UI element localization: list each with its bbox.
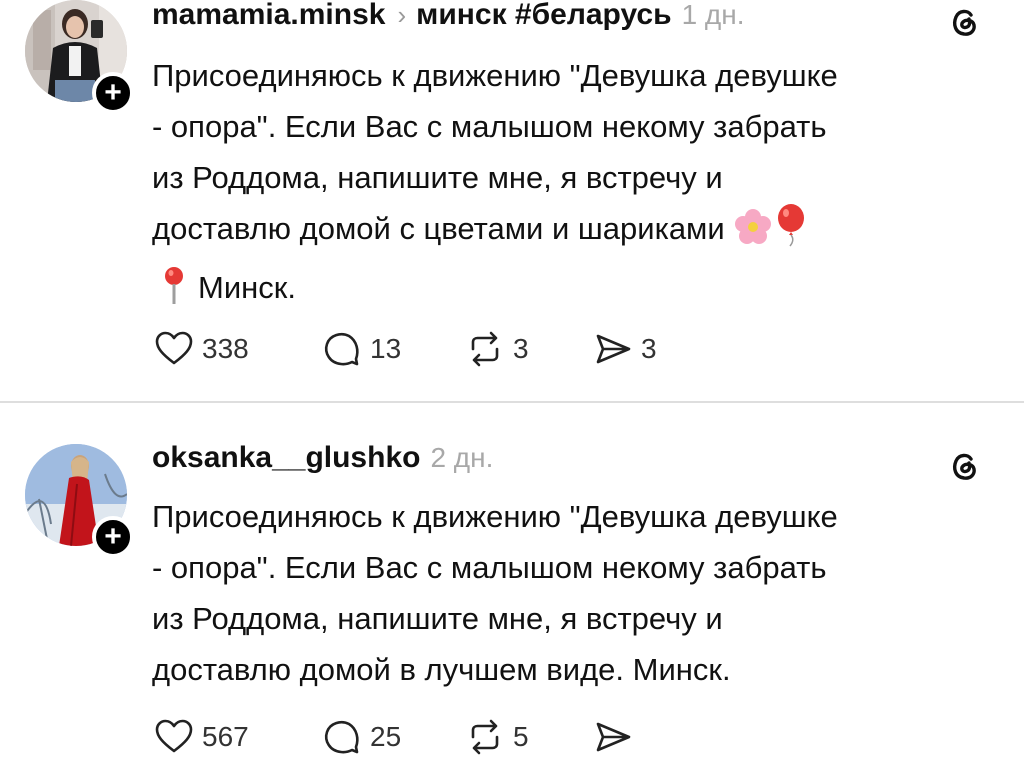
repost-icon [471, 331, 499, 367]
post-text-line: Присоединяюсь к движению "Девушка девушк… [152, 499, 838, 534]
repost-icon [471, 719, 499, 755]
share-button[interactable]: 3 [593, 329, 657, 369]
username[interactable]: mamamia.minsk [152, 0, 385, 32]
post-text-line: из Роддома, напишите мне, я встречу и [152, 601, 723, 636]
like-count: 338 [202, 333, 249, 364]
send-icon [596, 722, 631, 752]
cherry-blossom-icon [733, 207, 773, 262]
post-actions: 338 13 3 3 [154, 327, 657, 371]
post-text-line: доставлю домой с цветами и шариками [152, 211, 725, 246]
post-text-line: - опора". Если Вас с малышом некому забр… [152, 550, 827, 585]
send-icon [596, 334, 631, 364]
post-text-line: доставлю домой в лучшем виде. Минск. [152, 652, 731, 687]
post-text: Присоединяюсь к движению "Девушка девушк… [152, 491, 1002, 695]
post-header: oksanka__glushko 2 дн. [152, 441, 493, 481]
like-button[interactable]: 567 [154, 717, 322, 757]
topic-tag[interactable]: минск #беларусь [416, 0, 671, 32]
repost-count: 5 [513, 721, 529, 752]
post-actions: 567 25 5 [154, 715, 633, 759]
thread-post: + mamamia.minsk › минск #беларусь 1 дн. … [0, 0, 1024, 402]
heart-icon [155, 719, 193, 753]
post-text-line: Минск. [198, 270, 296, 305]
reply-count: 25 [370, 721, 402, 752]
repost-button[interactable]: 5 [465, 717, 593, 757]
repost-button[interactable]: 3 [465, 329, 593, 369]
username[interactable]: oksanka__glushko [152, 441, 420, 475]
post-time: 1 дн. [681, 0, 745, 30]
round-pushpin-icon [162, 266, 186, 321]
post-time: 2 дн. [430, 442, 494, 473]
reply-count: 13 [370, 333, 402, 364]
chevron-right-icon: › [397, 0, 407, 30]
comment-icon [324, 332, 359, 366]
thread-post: + oksanka__glushko 2 дн. Присоединяюсь к… [0, 404, 1024, 765]
follow-button[interactable]: + [92, 72, 134, 114]
threads-logo-icon[interactable] [944, 2, 984, 42]
post-text-line: из Роддома, напишите мне, я встречу и [152, 160, 723, 195]
share-button[interactable] [593, 717, 633, 757]
reply-button[interactable]: 13 [322, 329, 465, 369]
balloon-icon [773, 203, 809, 262]
post-text-line: Присоединяюсь к движению "Девушка девушк… [152, 58, 838, 93]
plus-icon: + [104, 520, 122, 553]
like-button[interactable]: 338 [154, 329, 322, 369]
post-divider [0, 401, 1024, 403]
threads-logo-icon[interactable] [944, 446, 984, 486]
plus-icon: + [104, 76, 122, 109]
follow-button[interactable]: + [92, 516, 134, 558]
post-text-line: - опора". Если Вас с малышом некому забр… [152, 109, 827, 144]
post-text-line-with-emoji: доставлю домой с цветами и шариками [152, 203, 1002, 262]
repost-count: 3 [513, 333, 529, 364]
share-count: 3 [641, 333, 657, 364]
post-text-line-with-emoji: Минск. [152, 262, 1002, 321]
post-text: Присоединяюсь к движению "Девушка девушк… [152, 50, 1002, 321]
post-header: mamamia.minsk › минск #беларусь 1 дн. [152, 0, 745, 38]
reply-button[interactable]: 25 [322, 717, 465, 757]
comment-icon [324, 720, 359, 754]
heart-icon [155, 331, 193, 365]
like-count: 567 [202, 721, 249, 752]
